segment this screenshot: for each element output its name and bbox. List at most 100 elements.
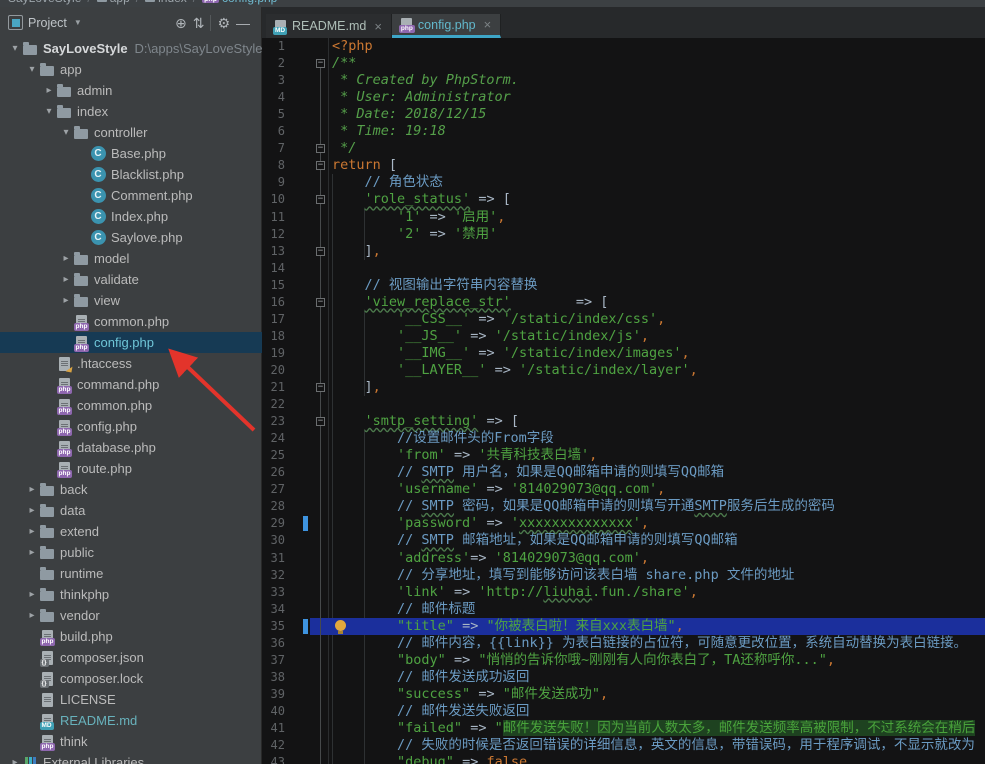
line-number[interactable]: 43 [262,754,285,764]
code-line[interactable]: 20 '__LAYER__' => '/static/index/layer', [262,362,985,379]
tree-item-index[interactable]: ▾ index [0,101,262,122]
tree-item-readme-md[interactable]: MD README.md [0,710,262,731]
chevron-collapsed-icon[interactable]: ▸ [25,610,39,621]
tree-item-config-php[interactable]: php config.php [0,416,262,437]
code-line[interactable]: 15 // 视图输出字符串内容替换 [262,277,985,294]
line-number[interactable]: 18 [262,328,285,345]
line-number[interactable]: 28 [262,498,285,515]
code-line[interactable]: 21 − ], [262,379,985,396]
line-number[interactable]: 26 [262,464,285,481]
chevron-expanded-icon[interactable]: ▾ [25,64,39,75]
code-line[interactable]: 1 <?php [262,38,985,55]
tree-item-database-php[interactable]: php database.php [0,437,262,458]
tree-item-build-php[interactable]: php build.php [0,626,262,647]
breadcrumb-item[interactable]: app [110,0,130,5]
line-number[interactable]: 15 [262,277,285,294]
tree-item-back[interactable]: ▸ back [0,479,262,500]
line-number[interactable]: 38 [262,669,285,686]
chevron-collapsed-icon[interactable]: ▸ [59,253,73,264]
breadcrumb-item[interactable]: config.php [222,0,277,5]
line-number[interactable]: 19 [262,345,285,362]
code-line[interactable]: 11 '1' => '启用', [262,209,985,226]
code-line[interactable]: 28 // SMTP 密码，如果是QQ邮箱申请的则填写开通SMTP服务后生成的密… [262,498,985,515]
tree-item-config-php[interactable]: php config.php [0,332,262,353]
code-line[interactable]: 42 // 失败的时候是否返回错误的详细信息，英文的信息，带错误码，用于程序调试… [262,737,985,754]
tree-item-model[interactable]: ▸ model [0,248,262,269]
code-line[interactable]: 30 // SMTP 邮箱地址，如果是QQ邮箱申请的则填写QQ邮箱 [262,532,985,549]
line-number[interactable]: 16 [262,294,285,311]
line-number[interactable]: 22 [262,396,285,413]
breadcrumb[interactable]: SayLoveStyle / app / index / phpconfig.php [0,0,985,5]
line-number[interactable]: 37 [262,652,285,669]
chevron-collapsed-icon[interactable]: ▸ [59,295,73,306]
breadcrumb-item[interactable]: index [158,0,187,5]
chevron-expanded-icon[interactable]: ▾ [8,43,22,54]
code-line[interactable]: 38 // 邮件发送成功返回 [262,669,985,686]
fold-marker-icon[interactable]: − [316,59,325,69]
line-number[interactable]: 7 [262,140,285,157]
tree-item-comment-php[interactable]: C Comment.php [0,185,262,206]
fold-marker-icon[interactable]: − [316,246,325,256]
code-line[interactable]: 23 − 'smtp_setting' => [ [262,413,985,430]
code-editor[interactable]: 1 <?php 2−/** 3 * Created by PhpStorm. 4 * U… [262,38,985,764]
code-line[interactable]: 6 * Time: 19:18 [262,123,985,140]
code-line[interactable]: 27 'username' => '814029073@qq.com', [262,481,985,498]
code-line[interactable]: 29 'password' => 'xxxxxxxxxxxxxx', [262,515,985,532]
line-number[interactable]: 29 [262,515,285,532]
tree-item-base-php[interactable]: C Base.php [0,143,262,164]
locate-file-icon[interactable]: ⊕ [172,16,190,30]
close-icon[interactable]: × [484,17,492,32]
tree-item-think[interactable]: php think [0,731,262,752]
tree-item-common-php[interactable]: php common.php [0,395,262,416]
line-number[interactable]: 8 [262,157,285,174]
breadcrumb-item[interactable]: SayLoveStyle [8,0,81,5]
line-number[interactable]: 23 [262,413,285,430]
tree-item--htaccess[interactable]: .htaccess [0,353,262,374]
chevron-collapsed-icon[interactable]: ▸ [25,547,39,558]
tree-item-saylovestyle[interactable]: ▾ SayLoveStyle D:\apps\SayLoveStyle [0,38,262,59]
tree-item-admin[interactable]: ▸ admin [0,80,262,101]
fold-marker-icon[interactable]: − [316,195,325,205]
code-line[interactable]: 37 "body" => "悄悄的告诉你哦~刚刚有人向你表白了，TA还称呼你..… [262,652,985,669]
tree-item-controller[interactable]: ▾ controller [0,122,262,143]
line-number[interactable]: 31 [262,550,285,567]
code-line[interactable]: 36 // 邮件内容，{{link}} 为表白链接的占位符，可随意更改位置，系统… [262,635,985,652]
chevron-collapsed-icon[interactable]: ▸ [25,589,39,600]
code-line[interactable]: 41 "failed" => "邮件发送失败！因为当前人数太多，邮件发送频率高被… [262,720,985,737]
code-line[interactable]: 2 −/** [262,55,985,72]
tree-item-route-php[interactable]: php route.php [0,458,262,479]
code-line[interactable]: 33 'link' => 'http://liuhai.fun./share', [262,584,985,601]
tab-config-php[interactable]: php config.php × [391,14,502,38]
line-number[interactable]: 4 [262,89,285,106]
code-line[interactable]: 26 // SMTP 用户名，如果是QQ邮箱申请的则填写QQ邮箱 [262,464,985,481]
code-line[interactable]: 25 'from' => '共青科技表白墙', [262,447,985,464]
tree-item-thinkphp[interactable]: ▸ thinkphp [0,584,262,605]
line-number[interactable]: 39 [262,686,285,703]
line-number[interactable]: 2 [262,55,285,72]
tree-item-external-libraries[interactable]: ▸ External Libraries [0,752,262,764]
line-number[interactable]: 10 [262,191,285,208]
code-line[interactable]: 7 − */ [262,140,985,157]
tree-item-command-php[interactable]: php command.php [0,374,262,395]
tree-item-common-php[interactable]: php common.php [0,311,262,332]
code-line[interactable]: 4 * User: Administrator [262,89,985,106]
tree-item-index-php[interactable]: C Index.php [0,206,262,227]
fold-marker-icon[interactable]: − [316,144,325,154]
tree-item-license[interactable]: LICENSE [0,689,262,710]
code-line[interactable]: 39 "success" => "邮件发送成功", [262,686,985,703]
fold-marker-icon[interactable]: − [316,383,325,392]
line-number[interactable]: 35 [262,618,285,635]
line-number[interactable]: 21 [262,379,285,396]
code-line[interactable]: 12 '2' => '禁用' [262,226,985,243]
line-number[interactable]: 27 [262,481,285,498]
chevron-down-icon[interactable]: ▼ [74,18,82,27]
code-line[interactable]: 24 //设置邮件头的From字段 [262,430,985,447]
line-number[interactable]: 3 [262,72,285,89]
chevron-collapsed-icon[interactable]: ▸ [25,484,39,495]
tab-readme-md[interactable]: MD README.md × [266,14,392,38]
tree-item-view[interactable]: ▸ view [0,290,262,311]
fold-marker-icon[interactable]: − [316,161,325,171]
intention-bulb-icon[interactable] [335,619,346,634]
code-line[interactable]: 32 // 分享地址，填写到能够访问该表白墙 share.php 文件的地址 [262,567,985,584]
line-number[interactable]: 42 [262,737,285,754]
